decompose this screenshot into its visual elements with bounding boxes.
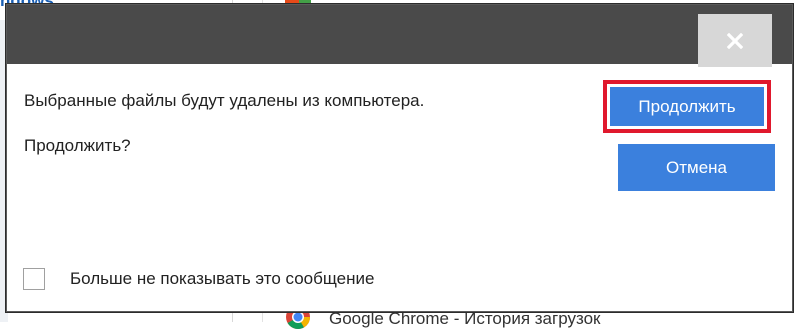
dont-show-again-checkbox[interactable] — [23, 268, 45, 290]
confirm-delete-dialog: Выбранные файлы будут удалены из компьют… — [6, 4, 793, 312]
continue-button[interactable]: Продолжить — [610, 87, 764, 126]
dont-show-again-option[interactable]: Больше не показывать это сообщение — [23, 268, 374, 290]
dont-show-again-label[interactable]: Больше не показывать это сообщение — [70, 269, 374, 289]
dialog-titlebar — [7, 5, 792, 64]
cancel-button[interactable]: Отмена — [618, 144, 775, 191]
dialog-question: Продолжить? — [24, 136, 131, 155]
continue-button-highlight: Продолжить — [603, 80, 771, 133]
background-list-item-label: Google Chrome - История загрузок — [329, 309, 601, 328]
close-button[interactable] — [698, 14, 772, 67]
close-icon — [727, 32, 743, 49]
dialog-message: Выбранные файлы будут удалены из компьют… — [24, 91, 425, 110]
